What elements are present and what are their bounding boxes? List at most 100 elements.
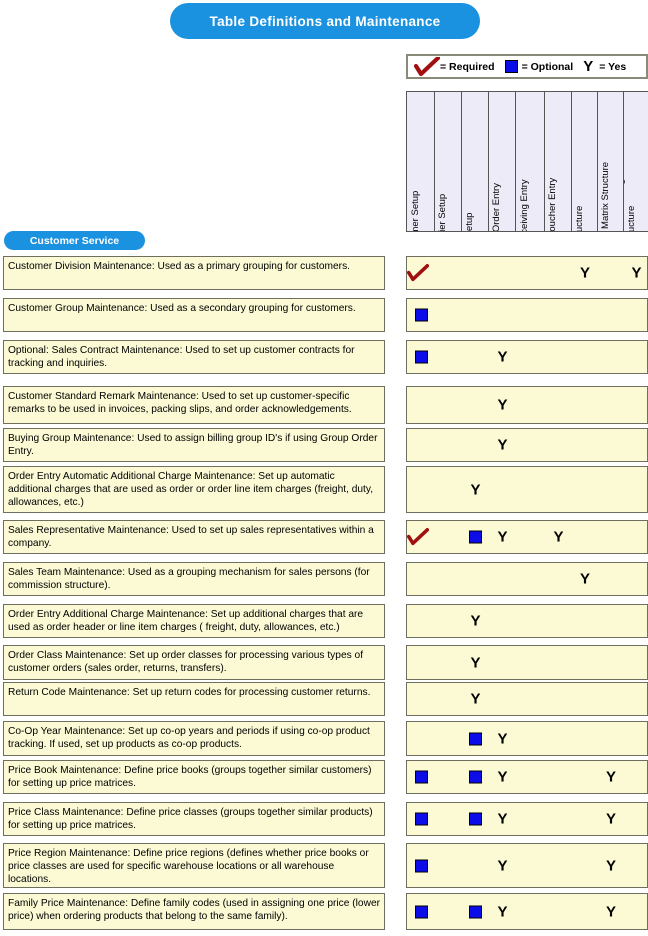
yes-mark: Y bbox=[465, 613, 487, 630]
table-row-description: Sales Representative Maintenance: Used t… bbox=[3, 520, 385, 554]
table-row-marks bbox=[406, 298, 648, 332]
legend: = Required = Optional Y = Yes bbox=[406, 54, 648, 79]
column-header-2: Product / Product-Location Setup bbox=[462, 92, 489, 231]
yes-mark: Y bbox=[600, 769, 622, 786]
blue-square-icon bbox=[465, 530, 487, 544]
blue-square-glyph bbox=[469, 905, 482, 918]
yes-mark: Y bbox=[492, 730, 514, 747]
blue-square-icon bbox=[465, 905, 487, 918]
yes-glyph: Y bbox=[579, 264, 590, 282]
column-header-table: Customer Setup Supplier Setup Product / Pr… bbox=[406, 91, 648, 232]
table-row-marks: YY bbox=[406, 256, 648, 290]
yes-mark: Y bbox=[548, 529, 570, 546]
yes-glyph: Y bbox=[470, 481, 481, 498]
blue-square-icon bbox=[465, 770, 487, 784]
table-row-marks: Y bbox=[406, 604, 648, 638]
table-row-marks: YY bbox=[406, 520, 648, 554]
blue-square-icon bbox=[465, 732, 487, 745]
blue-square-icon bbox=[465, 812, 487, 826]
legend-optional-label: = Optional bbox=[521, 60, 574, 73]
column-header-label: Used in Finance Charge Structure bbox=[624, 174, 637, 231]
yes-glyph: Y bbox=[497, 396, 508, 414]
blue-square-icon bbox=[410, 905, 432, 918]
table-row-description: Sales Team Maintenance: Used as a groupi… bbox=[3, 562, 385, 596]
column-header-3: Used in Order Entry bbox=[489, 92, 516, 231]
blue-square-glyph bbox=[414, 350, 428, 364]
blue-square-glyph bbox=[414, 859, 428, 872]
table-row-marks: YY bbox=[406, 802, 648, 836]
checkmark-icon bbox=[414, 57, 440, 76]
yes-glyph: Y bbox=[497, 348, 508, 366]
blue-square-glyph bbox=[414, 812, 428, 826]
yes-glyph: Y bbox=[605, 903, 616, 920]
table-row-marks: YY bbox=[406, 843, 648, 888]
table-row-marks: Y bbox=[406, 562, 648, 596]
table-row-marks: Y bbox=[406, 682, 648, 716]
checkmark-icon bbox=[407, 528, 429, 547]
table-row-description: Buying Group Maintenance: Used to assign… bbox=[3, 428, 385, 462]
checkmark-icon bbox=[407, 264, 429, 283]
blue-square-icon bbox=[504, 60, 518, 73]
column-header-5: Used in Voucher Entry bbox=[545, 92, 572, 231]
blue-square-glyph bbox=[469, 732, 482, 745]
column-header-label: Used in Price Matrix Structure bbox=[599, 161, 611, 231]
yes-glyph: Y bbox=[497, 730, 508, 747]
column-header-7: Used in Price Matrix Structure bbox=[598, 92, 624, 231]
yes-glyph: Y bbox=[605, 768, 616, 786]
yes-mark: Y bbox=[574, 265, 596, 282]
column-header-4: Used in Purchase Order Entry/Receiving E… bbox=[516, 92, 545, 231]
legend-optional: = Optional bbox=[504, 60, 574, 73]
yes-glyph: Y bbox=[583, 58, 594, 75]
yes-mark: Y bbox=[465, 654, 487, 671]
table-row-description: Customer Standard Remark Maintenance: Us… bbox=[3, 386, 385, 424]
yes-glyph: Y bbox=[631, 264, 642, 282]
blue-square-glyph bbox=[414, 308, 428, 322]
blue-square-icon bbox=[410, 812, 432, 826]
yes-glyph: Y bbox=[497, 528, 508, 546]
yes-glyph: Y bbox=[605, 857, 616, 874]
yes-mark: Y bbox=[465, 691, 487, 708]
yes-mark: Y bbox=[492, 857, 514, 874]
column-header-6: Used in Commission Structure bbox=[572, 92, 598, 231]
blue-square-glyph bbox=[414, 905, 428, 918]
column-header-label: Customer Setup bbox=[409, 190, 421, 231]
section-header-customer-service: Customer Service bbox=[4, 231, 145, 250]
column-header-label: Product / Product-Location Setup bbox=[462, 168, 475, 231]
table-row-marks: Y bbox=[406, 721, 648, 756]
table-row-description: Optional: Sales Contract Maintenance: Us… bbox=[3, 340, 385, 374]
blue-square-icon bbox=[410, 350, 432, 364]
page-title: Table Definitions and Maintenance bbox=[170, 3, 480, 39]
yes-mark: Y bbox=[626, 265, 648, 282]
yes-mark: Y bbox=[492, 811, 514, 828]
blue-square-glyph bbox=[414, 770, 428, 784]
yes-glyph: Y bbox=[470, 654, 481, 671]
table-row-description: Order Entry Additional Charge Maintenanc… bbox=[3, 604, 385, 638]
table-row-marks: Y bbox=[406, 340, 648, 374]
yes-mark: Y bbox=[492, 769, 514, 786]
legend-yes-label: = Yes bbox=[599, 60, 627, 73]
table-row-marks: Y bbox=[406, 428, 648, 462]
page-root: Table Definitions and Maintenance = Requ… bbox=[0, 0, 648, 936]
yes-glyph: Y bbox=[497, 903, 508, 920]
yes-mark: Y bbox=[492, 437, 514, 454]
blue-square-glyph bbox=[469, 530, 482, 544]
table-row-description: Co-Op Year Maintenance: Set up co-op yea… bbox=[3, 721, 385, 756]
table-row-marks: Y bbox=[406, 466, 648, 513]
legend-required: = Required bbox=[414, 57, 495, 76]
column-header-1: Supplier Setup bbox=[435, 92, 462, 231]
table-row-description: Customer Group Maintenance: Used as a se… bbox=[3, 298, 385, 332]
yes-glyph: Y bbox=[497, 436, 508, 454]
table-row-description: Price Region Maintenance: Define price r… bbox=[3, 843, 385, 888]
yes-mark: Y bbox=[600, 857, 622, 874]
column-header-label: Used in Commission Structure bbox=[572, 181, 585, 231]
column-header-label: Supplier Setup bbox=[437, 193, 448, 231]
yes-glyph: Y bbox=[470, 612, 481, 630]
yes-mark: Y bbox=[492, 349, 514, 366]
yes-mark: Y bbox=[492, 397, 514, 414]
yes-glyph: Y bbox=[579, 570, 590, 588]
table-row-description: Price Class Maintenance: Define price cl… bbox=[3, 802, 385, 836]
blue-square-icon bbox=[410, 308, 432, 322]
blue-square-glyph bbox=[469, 812, 482, 826]
blue-square-icon bbox=[410, 770, 432, 784]
table-row-description: Order Class Maintenance: Set up order cl… bbox=[3, 645, 385, 680]
